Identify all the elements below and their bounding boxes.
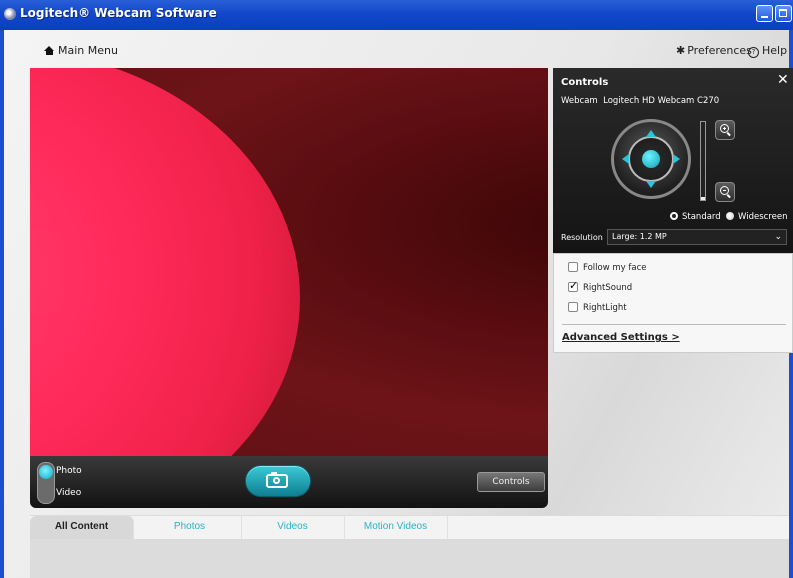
resolution-label: Resolution	[561, 233, 603, 242]
checkbox-rightlight[interactable]	[568, 302, 578, 312]
pan-tilt-dpad[interactable]	[611, 119, 691, 199]
controls-title: Controls	[561, 77, 609, 88]
divider	[562, 324, 786, 325]
zoom-slider[interactable]	[700, 121, 706, 201]
preferences-label: Preferences	[687, 44, 752, 57]
controls-options: Follow my face RightSound RightLight Adv…	[553, 253, 793, 353]
zoom-out-icon	[720, 186, 729, 195]
content-tabs: All Content Photos Videos Motion Videos	[30, 515, 789, 540]
pan-down-icon[interactable]	[646, 181, 656, 188]
resolution-select[interactable]: Large: 1.2 MP ⌄	[607, 229, 787, 245]
pan-up-icon[interactable]	[646, 130, 656, 137]
option-label: Follow my face	[583, 263, 647, 273]
tab-all-content[interactable]: All Content	[30, 516, 134, 540]
help-icon: ?	[748, 47, 759, 58]
webcam-info: Webcam Logitech HD Webcam C270	[561, 96, 719, 106]
main-menu-link[interactable]: Main Menu	[44, 44, 118, 57]
zoom-slider-fill	[701, 196, 705, 200]
top-menu-bar: Main Menu ✱ Preferences ? Help	[4, 40, 789, 62]
radio-standard-dot	[670, 212, 678, 220]
window-title: Logitech® Webcam Software	[20, 6, 217, 20]
close-icon[interactable]: ✕	[777, 73, 789, 87]
gear-icon: ✱	[676, 44, 686, 57]
webcam-label: Webcam	[561, 96, 598, 106]
content-area	[30, 539, 789, 578]
zoom-in-button[interactable]	[715, 120, 735, 140]
preview-subject	[30, 68, 300, 456]
photo-mode-label[interactable]: Photo	[56, 466, 82, 476]
radio-standard[interactable]: Standard	[670, 212, 721, 222]
webcam-preview	[30, 68, 548, 456]
resolution-value: Large: 1.2 MP	[612, 232, 667, 241]
help-link[interactable]: ? Help	[748, 44, 787, 58]
radio-widescreen-dot	[726, 212, 734, 220]
option-label: RightSound	[583, 283, 633, 293]
advanced-settings-link[interactable]: Advanced Settings >	[562, 332, 680, 343]
capture-button[interactable]	[245, 465, 311, 497]
checkbox-rightsound[interactable]	[568, 279, 578, 292]
home-icon	[44, 46, 55, 55]
tab-videos[interactable]: Videos	[241, 516, 345, 540]
chevron-down-icon: ⌄	[774, 232, 782, 242]
toggle-knob	[39, 465, 53, 479]
checkbox-follow-face[interactable]	[568, 262, 578, 272]
logitech-app-icon	[4, 8, 16, 20]
zoom-in-icon	[720, 124, 729, 133]
main-menu-label: Main Menu	[58, 44, 118, 57]
tab-motion-videos[interactable]: Motion Videos	[344, 516, 448, 540]
pan-right-icon[interactable]	[673, 154, 680, 164]
zoom-out-button[interactable]	[715, 182, 735, 202]
radio-widescreen[interactable]: Widescreen	[726, 212, 787, 222]
controls-button[interactable]: Controls	[477, 472, 545, 492]
radio-widescreen-label: Widescreen	[738, 212, 788, 222]
option-follow-face[interactable]: Follow my face	[568, 262, 646, 273]
photo-video-toggle[interactable]	[37, 462, 55, 504]
tab-photos[interactable]: Photos	[138, 516, 242, 540]
capture-bar: Photo Video Controls	[30, 456, 548, 508]
option-rightlight[interactable]: RightLight	[568, 302, 627, 313]
radio-standard-label: Standard	[682, 212, 721, 222]
minimize-button[interactable]	[756, 5, 773, 22]
webcam-name: Logitech HD Webcam C270	[603, 96, 720, 106]
pan-left-icon[interactable]	[622, 154, 629, 164]
option-rightsound[interactable]: RightSound	[568, 279, 633, 293]
pan-center-button[interactable]	[642, 150, 660, 168]
maximize-button[interactable]	[775, 5, 792, 22]
controls-panel: Controls ✕ Webcam Logitech HD Webcam C27…	[553, 68, 793, 253]
preferences-link[interactable]: ✱ Preferences	[676, 44, 752, 57]
camera-icon	[266, 472, 288, 488]
option-label: RightLight	[583, 303, 627, 313]
help-label: Help	[762, 44, 788, 57]
title-bar: Logitech® Webcam Software	[0, 0, 793, 30]
video-mode-label[interactable]: Video	[56, 488, 81, 498]
